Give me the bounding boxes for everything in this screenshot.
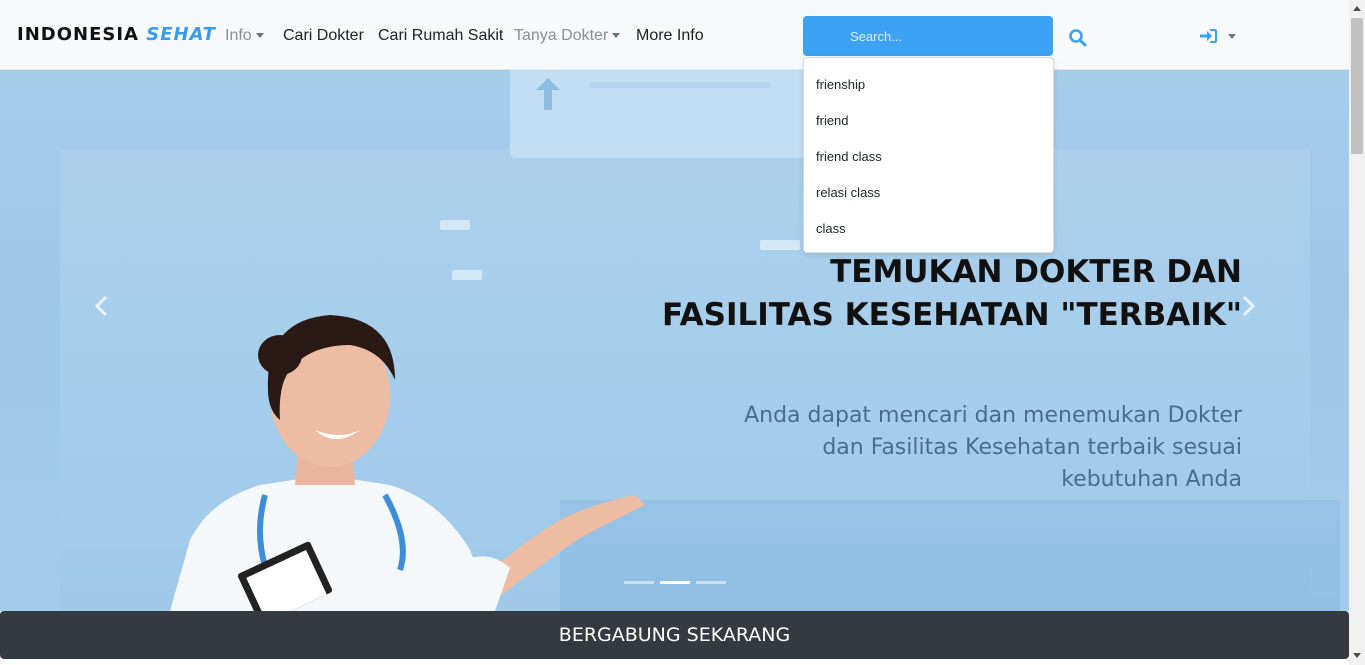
search-box: [803, 16, 1053, 56]
suggestion-item[interactable]: relasi class: [816, 185, 880, 200]
ceiling-light: [440, 220, 470, 230]
background-signboard-stripe: [590, 82, 770, 88]
scroll-up-icon[interactable]: [1353, 6, 1361, 11]
login-dropdown-button[interactable]: [1200, 28, 1236, 46]
hero-subtitle: Anda dapat mencari dan menemukan Dokter …: [744, 403, 1242, 492]
nav-cari-dokter[interactable]: Cari Dokter: [283, 27, 364, 45]
suggestion-item[interactable]: class: [816, 221, 846, 236]
search-icon: [1069, 29, 1087, 47]
nav-more-info-label: More Info: [636, 27, 704, 44]
carousel-indicator-3[interactable]: [696, 581, 726, 584]
search-input[interactable]: [803, 16, 1053, 56]
suggestion-item[interactable]: friend: [816, 113, 849, 128]
nav-cari-rumah-sakit[interactable]: Cari Rumah Sakit: [378, 27, 503, 45]
carousel-indicator-1[interactable]: [624, 581, 654, 584]
suggestion-item[interactable]: friend class: [816, 149, 882, 164]
nav-info-dropdown[interactable]: Info: [225, 27, 264, 45]
doctor-illustration: [170, 315, 645, 611]
nav-info-label: Info: [225, 27, 252, 44]
arrow-up-icon: [536, 78, 560, 110]
brand-name: INDONESIA: [17, 24, 139, 45]
nav-tanya-dokter-dropdown[interactable]: Tanya Dokter: [514, 27, 621, 45]
caret-down-icon: [255, 33, 264, 39]
carousel-indicators: [624, 581, 726, 585]
brand-accent: SEHAT: [146, 24, 217, 45]
scroll-thumb[interactable]: [1351, 18, 1363, 154]
hero-carousel: TEMUKAN DOKTER DAN FASILITAS KESEHATAN "…: [0, 70, 1349, 611]
ceiling-light: [760, 240, 800, 250]
ceiling-light: [452, 270, 482, 280]
join-now-button[interactable]: BERGABUNG SEKARANG: [0, 611, 1349, 659]
nav-more-info[interactable]: More Info: [636, 27, 704, 45]
scroll-down-icon[interactable]: [1353, 653, 1361, 658]
navbar: INDONESIA SEHAT Info Cari Dokter Cari Ru…: [0, 0, 1349, 70]
hero-title: TEMUKAN DOKTER DAN FASILITAS KESEHATAN "…: [662, 254, 1242, 333]
caret-down-icon: [1228, 34, 1236, 39]
page-scrollbar[interactable]: [1349, 0, 1365, 665]
caret-down-icon: [612, 33, 621, 39]
carousel-prev-button[interactable]: [92, 295, 112, 317]
background-chairs: [560, 500, 1340, 611]
carousel-indicator-2[interactable]: [660, 581, 690, 584]
search-suggestions-dropdown: frienship friend friend class relasi cla…: [803, 57, 1054, 253]
brand-logo[interactable]: INDONESIA SEHAT: [17, 24, 216, 45]
chevron-left-icon: [94, 295, 108, 317]
search-button[interactable]: [1068, 28, 1088, 48]
nav-tanya-dokter-label: Tanya Dokter: [514, 27, 609, 44]
sign-in-icon: [1200, 29, 1217, 43]
nav-cari-rumah-sakit-label: Cari Rumah Sakit: [378, 27, 504, 44]
suggestion-item[interactable]: frienship: [816, 77, 865, 92]
nav-cari-dokter-label: Cari Dokter: [283, 27, 364, 44]
